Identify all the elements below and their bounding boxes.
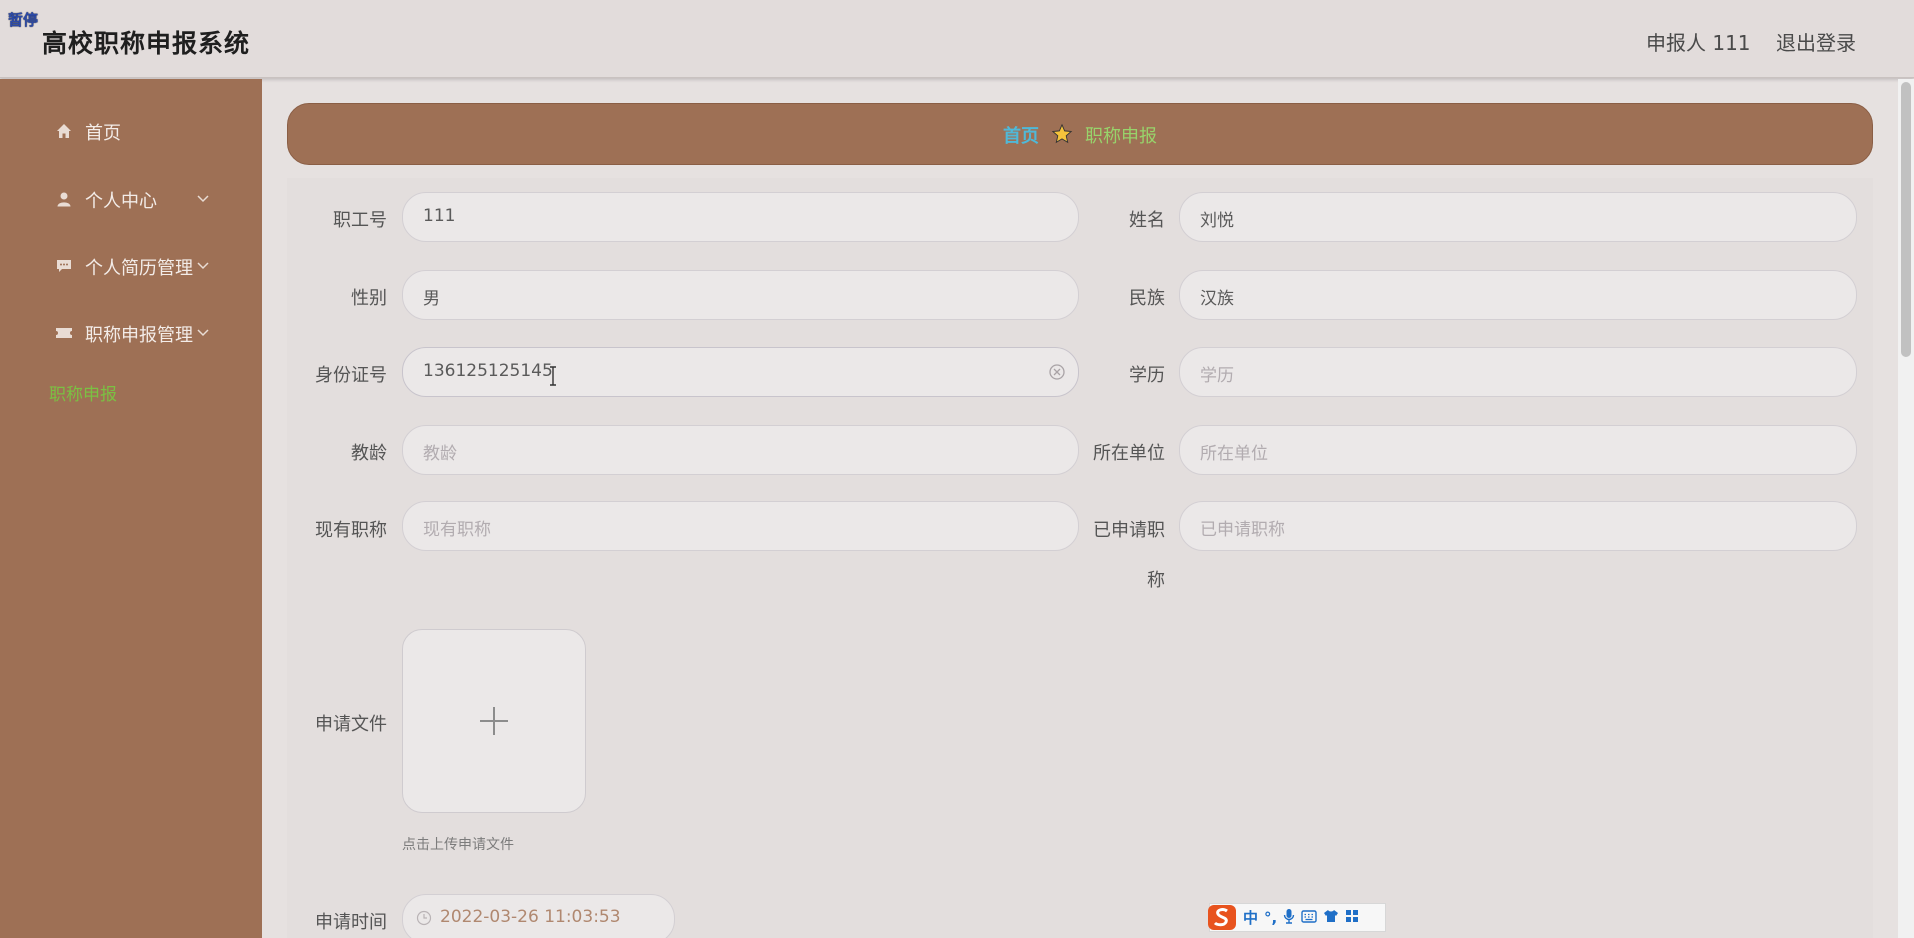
ime-chinese-mode[interactable]: 中: [1243, 907, 1258, 928]
chevron-down-icon: [195, 324, 211, 340]
app-title: 高校职称申报系统: [42, 29, 251, 58]
keyboard-icon[interactable]: [1301, 909, 1317, 927]
clock-icon: [416, 910, 432, 926]
ime-punctuation[interactable]: °,: [1264, 909, 1277, 927]
sidebar-item-title-management[interactable]: 职称申报管理: [0, 312, 262, 356]
ethnicity-label: 民族: [1129, 288, 1165, 309]
user-icon: [55, 190, 73, 208]
sidebar-subitem-title-apply[interactable]: 职称申报: [49, 380, 117, 405]
text-cursor-icon: [548, 366, 558, 386]
name-input[interactable]: 刘悦: [1179, 192, 1857, 242]
id-no-value: 136125125145: [423, 361, 553, 381]
ethnicity-input[interactable]: 汉族: [1179, 270, 1857, 320]
apply-time-label: 申请时间: [315, 912, 387, 933]
unit-input[interactable]: 所在单位: [1179, 425, 1857, 475]
star-icon: [1051, 123, 1073, 145]
applied-title-label-cont: 称: [1147, 570, 1165, 591]
pause-badge: 暂停: [8, 11, 39, 29]
chevron-down-icon: [195, 257, 211, 273]
name-label: 姓名: [1129, 210, 1165, 231]
teaching-years-label: 教龄: [351, 443, 387, 464]
employee-no-value: 111: [423, 206, 456, 226]
ticket-icon: [55, 324, 73, 342]
unit-label: 所在单位: [1093, 443, 1165, 464]
sidebar: 首页 个人中心 个人简历管理 职称申报管理 职称申报: [0, 79, 262, 938]
plus-icon: [479, 706, 509, 736]
clear-icon[interactable]: [1048, 363, 1066, 381]
breadcrumb: [287, 103, 1873, 165]
top-header: 暂停 高校职称申报系统 申报人 111 退出登录: [0, 0, 1914, 78]
sidebar-item-resume[interactable]: 个人简历管理: [0, 245, 262, 289]
chevron-down-icon: [195, 190, 211, 206]
sogou-logo-icon: [1207, 904, 1237, 931]
education-label: 学历: [1129, 365, 1165, 386]
employee-no-input[interactable]: 111: [402, 192, 1079, 242]
applied-title-input[interactable]: 已申请职称: [1179, 501, 1857, 551]
breadcrumb-current: 职称申报: [1085, 126, 1157, 147]
ime-toolbar[interactable]: 中 °,: [1207, 903, 1386, 932]
scrollbar-thumb[interactable]: [1901, 82, 1911, 357]
microphone-icon[interactable]: [1283, 908, 1295, 928]
current-title-label: 现有职称: [315, 520, 387, 541]
sidebar-item-label: 个人简历管理: [85, 258, 193, 279]
id-no-label: 身份证号: [315, 365, 387, 386]
teaching-years-input[interactable]: 教龄: [402, 425, 1079, 475]
current-title-placeholder: 现有职称: [423, 520, 491, 540]
gender-input[interactable]: 男: [402, 270, 1079, 320]
sidebar-item-personal-center[interactable]: 个人中心: [0, 178, 262, 222]
education-placeholder: 学历: [1200, 366, 1234, 386]
upload-tip: 点击上传申请文件: [402, 837, 514, 853]
sidebar-item-home[interactable]: 首页: [0, 110, 262, 154]
gender-label: 性别: [351, 288, 387, 309]
sidebar-item-label: 首页: [85, 123, 121, 144]
sidebar-item-label: 个人中心: [85, 191, 157, 212]
unit-placeholder: 所在单位: [1200, 444, 1268, 464]
name-value: 刘悦: [1200, 211, 1234, 231]
apply-time-value: 2022-03-26 11:03:53: [440, 907, 621, 927]
file-upload-button[interactable]: [402, 629, 586, 813]
applied-title-label: 已申请职: [1093, 520, 1165, 541]
ethnicity-value: 汉族: [1200, 289, 1234, 309]
education-input[interactable]: 学历: [1179, 347, 1857, 397]
skin-shirt-icon[interactable]: [1323, 909, 1339, 927]
chat-icon: [55, 257, 73, 275]
home-icon: [55, 122, 73, 140]
applied-title-placeholder: 已申请职称: [1200, 520, 1285, 540]
toolbox-grid-icon[interactable]: [1345, 909, 1359, 927]
gender-value: 男: [423, 289, 440, 309]
logout-button[interactable]: 退出登录: [1776, 27, 1856, 56]
employee-no-label: 职工号: [333, 210, 387, 231]
current-user: 申报人 111: [1646, 31, 1751, 55]
teaching-years-placeholder: 教龄: [423, 444, 457, 464]
breadcrumb-home[interactable]: 首页: [1003, 122, 1039, 148]
sidebar-item-label: 职称申报管理: [85, 325, 193, 346]
apply-time-input[interactable]: 2022-03-26 11:03:53: [402, 894, 675, 938]
id-no-input[interactable]: 136125125145: [402, 347, 1079, 397]
current-title-input[interactable]: 现有职称: [402, 501, 1079, 551]
file-label: 申请文件: [315, 714, 387, 735]
